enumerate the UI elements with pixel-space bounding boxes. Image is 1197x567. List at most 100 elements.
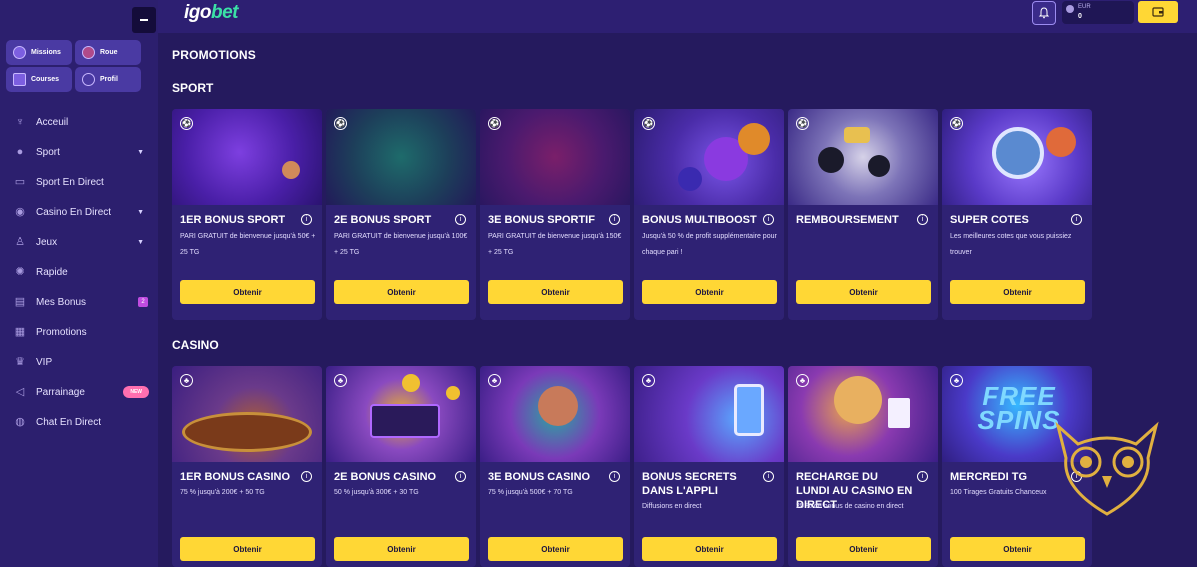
info-icon[interactable]: i — [763, 471, 774, 482]
quick-missions-label: Missions — [31, 49, 61, 56]
promo-image — [172, 366, 322, 462]
promo-card[interactable]: ⚽ 2E BONUS SPORT i PARI GRATUIT de bienv… — [326, 109, 476, 320]
sidebar-item-jeux[interactable]: ♙ Jeux ▼ — [0, 227, 158, 257]
obtenir-button[interactable]: Obtenir — [334, 280, 469, 304]
quick-profil-button[interactable]: Profil — [75, 67, 141, 92]
sidebar-item-vip[interactable]: ♛ VIP — [0, 347, 158, 377]
promo-card[interactable]: ⚽ BONUS MULTIBOOST i Jusqu'à 50 % de pro… — [634, 109, 784, 320]
promo-card[interactable]: ⚽ SUPER COTES i Les meilleures cotes que… — [942, 109, 1092, 320]
info-icon[interactable]: i — [609, 471, 620, 482]
casino-chips-icon: ♣ — [642, 374, 655, 387]
promo-card[interactable]: ⚽ 1ER BONUS SPORT i PARI GRATUIT de bien… — [172, 109, 322, 320]
promo-card[interactable]: ♣ 2E BONUS CASINO i 50 % jusqu'à 300€ + … — [326, 366, 476, 567]
section-title-sport: SPORT — [172, 81, 214, 95]
sidebar: Missions Roue Courses Profil ♆ Acceuil ●… — [0, 0, 158, 567]
obtenir-button[interactable]: Obtenir — [488, 280, 623, 304]
info-icon[interactable]: i — [455, 214, 466, 225]
chevron-down-icon[interactable]: ▼ — [137, 149, 144, 156]
obtenir-button[interactable]: Obtenir — [642, 280, 777, 304]
promo-title: 1ER BONUS SPORT — [180, 214, 286, 226]
promo-title: BONUS MULTIBOOST — [642, 214, 757, 226]
search-icon — [82, 73, 95, 86]
obtenir-button[interactable]: Obtenir — [334, 537, 469, 561]
chevron-down-icon[interactable]: ▼ — [137, 209, 144, 216]
sidebar-item-label: Sport — [36, 146, 60, 158]
sidebar-item-mes-bonus[interactable]: ▤ Mes Bonus 2 — [0, 287, 158, 317]
sidebar-item-label: Mes Bonus — [36, 296, 87, 308]
promo-description: 75 % jusqu'à 200€ + 50 TG — [180, 489, 265, 496]
obtenir-button[interactable]: Obtenir — [796, 537, 931, 561]
sidebar-item-casino-en-direct[interactable]: ◉ Casino En Direct ▼ — [0, 197, 158, 227]
promo-card[interactable]: ♣ 3E BONUS CASINO i 75 % jusqu'à 500€ + … — [480, 366, 630, 567]
notifications-button[interactable] — [1032, 1, 1056, 25]
info-icon[interactable]: i — [301, 471, 312, 482]
quick-courses-label: Courses — [31, 76, 60, 83]
football-icon: ⚽ — [950, 117, 963, 130]
obtenir-button[interactable]: Obtenir — [488, 537, 623, 561]
info-icon[interactable]: i — [455, 471, 466, 482]
coin-icon — [1066, 5, 1074, 13]
promo-description: Jusqu'à 50 % de profit supplémentaire po… — [642, 233, 777, 256]
main-content: PROMOTIONS SPORT ⚽ 1ER BONUS SPORT i PAR… — [158, 33, 1197, 567]
info-icon[interactable]: i — [301, 214, 312, 225]
new-badge: NEW — [123, 386, 149, 398]
sidebar-item-rapide[interactable]: ✺ Rapide — [0, 257, 158, 287]
sidebar-item-parrainage[interactable]: ◁ Parrainage NEW — [0, 377, 158, 407]
sidebar-item-label: Parrainage — [36, 386, 85, 398]
promo-title: REMBOURSEMENT — [796, 214, 899, 226]
sidebar-item-acceuil[interactable]: ♆ Acceuil — [0, 107, 158, 137]
casino-chips-icon: ♣ — [488, 374, 501, 387]
sidebar-item-sport-en-direct[interactable]: ▭ Sport En Direct — [0, 167, 158, 197]
chevron-down-icon[interactable]: ▼ — [137, 239, 144, 246]
sidebar-item-promotions[interactable]: ▦ Promotions — [0, 317, 158, 347]
section-title-casino: CASINO — [172, 338, 219, 352]
bolt-icon: ✺ — [15, 266, 25, 278]
currency-label: EUR — [1078, 4, 1091, 10]
balance-widget[interactable]: EUR 0 — [1062, 1, 1134, 24]
obtenir-button[interactable]: Obtenir — [950, 537, 1085, 561]
megaphone-icon: ◁ — [15, 386, 25, 398]
bell-icon — [1038, 7, 1050, 19]
sidebar-collapse-button[interactable] — [132, 7, 156, 33]
casino-chips-icon: ♣ — [950, 374, 963, 387]
sidebar-item-label: Casino En Direct — [36, 206, 112, 218]
promo-card[interactable]: ⚽ REMBOURSEMENT i Obtenir — [788, 109, 938, 320]
info-icon[interactable]: i — [609, 214, 620, 225]
football-icon: ⚽ — [796, 117, 809, 130]
wheel-icon — [82, 46, 95, 59]
sidebar-item-label: Chat En Direct — [36, 416, 102, 428]
promo-image — [480, 366, 630, 462]
sidebar-item-chat-en-direct[interactable]: ◍ Chat En Direct — [0, 407, 158, 437]
gift-icon: ▤ — [14, 296, 26, 308]
obtenir-button[interactable]: Obtenir — [180, 280, 315, 304]
quick-roue-button[interactable]: Roue — [75, 40, 141, 65]
obtenir-button[interactable]: Obtenir — [950, 280, 1085, 304]
obtenir-button[interactable]: Obtenir — [642, 537, 777, 561]
info-icon[interactable]: i — [917, 471, 928, 482]
casino-chips-icon: ♣ — [796, 374, 809, 387]
info-icon[interactable]: i — [1071, 214, 1082, 225]
quick-courses-button[interactable]: Courses — [6, 67, 72, 92]
info-icon[interactable]: i — [917, 214, 928, 225]
deposit-button[interactable] — [1138, 1, 1178, 23]
casino-chips-icon: ♣ — [180, 374, 193, 387]
info-icon[interactable]: i — [763, 214, 774, 225]
chat-icon: ◍ — [15, 416, 25, 428]
promo-card[interactable]: ⚽ 3E BONUS SPORTIF i PARI GRATUIT de bie… — [480, 109, 630, 320]
promo-card[interactable]: ♣ RECHARGE DU LUNDI AU CASINO EN DIRECT … — [788, 366, 938, 567]
sidebar-item-sport[interactable]: ● Sport ▼ — [0, 137, 158, 167]
target-icon — [13, 46, 26, 59]
promo-card[interactable]: ♣ BONUS SECRETS DANS L'APPLI i Diffusion… — [634, 366, 784, 567]
bonus-count-badge: 2 — [138, 297, 148, 307]
promo-card[interactable]: ♣ 1ER BONUS CASINO i 75 % jusqu'à 200€ +… — [172, 366, 322, 567]
sidebar-item-label: Promotions — [36, 326, 87, 338]
quick-missions-button[interactable]: Missions — [6, 40, 72, 65]
bag-icon: ♙ — [15, 236, 25, 248]
promo-description: PARI GRATUIT de bienvenue jusqu'à 100€ +… — [334, 233, 468, 256]
promo-image — [942, 109, 1092, 205]
igobet-logo[interactable]: igobet — [184, 2, 239, 24]
obtenir-button[interactable]: Obtenir — [796, 280, 931, 304]
logo-accent: bet — [211, 2, 239, 23]
obtenir-button[interactable]: Obtenir — [180, 537, 315, 561]
promo-image — [634, 366, 784, 462]
